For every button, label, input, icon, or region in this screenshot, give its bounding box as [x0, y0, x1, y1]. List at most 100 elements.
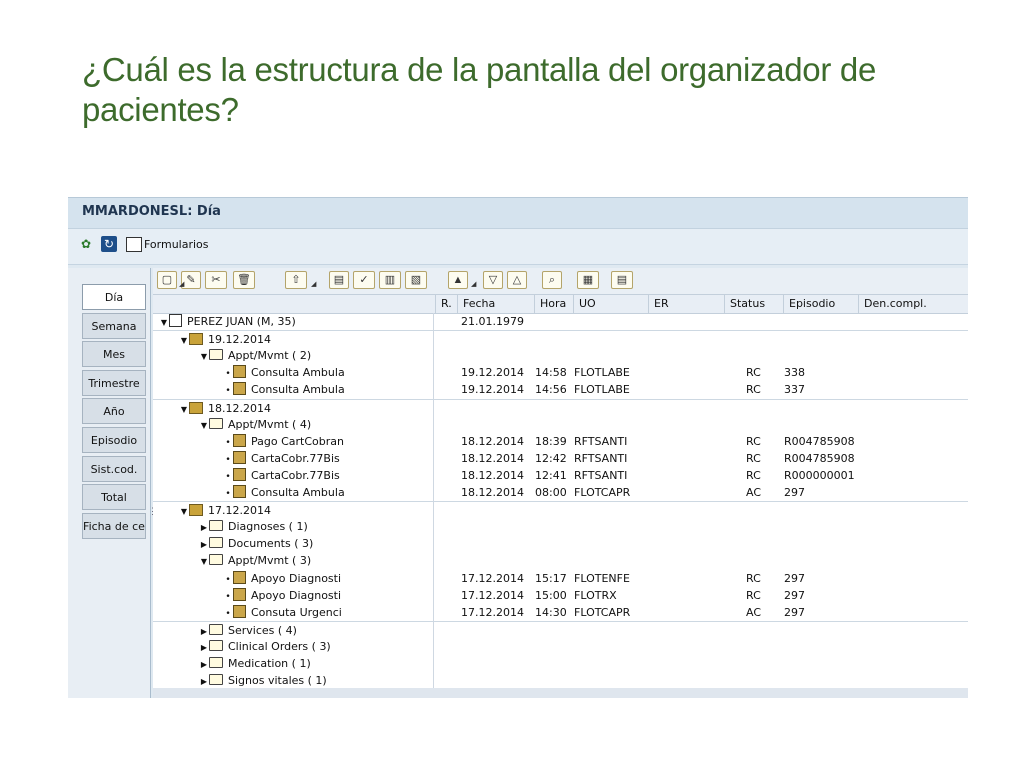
- tree-label-cell: ▼ PEREZ JUAN (M, 35): [159, 313, 296, 331]
- dropdown-arrow-icon[interactable]: ◢: [471, 280, 476, 288]
- tree-node-label: 17.12.2014: [208, 504, 271, 518]
- tree-label-cell: ▶ Diagnoses ( 1): [199, 518, 308, 536]
- column-header-uo[interactable]: UO: [573, 295, 648, 313]
- cell-fecha: 17.12.2014: [461, 605, 524, 619]
- change-icon[interactable]: ✂: [205, 271, 227, 289]
- tree-node-date[interactable]: ▼ 18.12.2014: [153, 398, 968, 417]
- view-tabs-panel: Día Semana Mes Trimestre Año Episodio Sist.cod…: [68, 268, 151, 698]
- calendar-icon: [189, 401, 203, 414]
- collapse-arrow-icon[interactable]: ▶: [199, 656, 209, 673]
- cell-uo: RFTSANTI: [574, 468, 628, 482]
- column-header-er[interactable]: ER: [648, 295, 724, 313]
- new-icon[interactable]: ▢: [157, 271, 177, 289]
- find-icon[interactable]: ⌕: [542, 271, 562, 289]
- print-icon[interactable]: ▤: [329, 271, 349, 289]
- tree-item-row[interactable]: • Pago CartCobran 18.12.2014 18:39 RFTSANTI R…: [153, 433, 968, 450]
- delete-icon[interactable]: 🗑: [233, 271, 255, 289]
- tree-node-date[interactable]: ▼ 17.12.2014: [153, 501, 968, 519]
- tree-node-label: Signos vitales ( 1): [228, 674, 327, 688]
- tab-semana[interactable]: Semana: [82, 312, 146, 339]
- check-icon[interactable]: ✓: [353, 271, 375, 289]
- tree-node-folder[interactable]: ▼ Appt/Mvmt ( 2): [153, 347, 968, 364]
- picture-icon[interactable]: ▧: [405, 271, 427, 289]
- tree-node-folder[interactable]: ▶ Signos vitales ( 1): [153, 672, 968, 689]
- export-icon[interactable]: ⇧: [285, 271, 307, 289]
- cell-fecha: 19.12.2014: [461, 383, 524, 397]
- tree-item-row[interactable]: • Apoyo Diagnosti 17.12.2014 15:00 FLOTRX RC 2…: [153, 587, 968, 604]
- tree-node-folder[interactable]: ▶ Services ( 4): [153, 620, 968, 639]
- tree-item-row[interactable]: • Consulta Ambula 19.12.2014 14:58 FLOTLABE R…: [153, 364, 968, 381]
- formularios-button[interactable]: Formularios: [144, 238, 209, 251]
- refresh-icon[interactable]: ↻: [101, 236, 117, 252]
- person-icon[interactable]: ▲: [448, 271, 468, 289]
- column-header-episodio[interactable]: Episodio: [783, 295, 858, 313]
- appointment-icon: [233, 365, 246, 379]
- tree-node-folder[interactable]: ▼ Appt/Mvmt ( 4): [153, 416, 968, 433]
- cell-status: AC: [746, 605, 762, 619]
- tree-node-label: PEREZ JUAN (M, 35): [187, 315, 296, 328]
- dropdown-arrow-icon[interactable]: ◢: [311, 280, 316, 288]
- column-header-dencompl[interactable]: Den.compl.: [858, 295, 968, 313]
- sap-window: MMARDONESL: Día ✿ ↻ Formularios Día Seman…: [68, 197, 968, 698]
- navigate-icon[interactable]: ✿: [78, 236, 94, 252]
- tab-trimestre[interactable]: Trimestre: [82, 369, 146, 396]
- calendar-icon: [189, 333, 203, 346]
- tab-episodio[interactable]: Episodio: [82, 427, 146, 453]
- details-icon[interactable]: ▤: [611, 271, 633, 289]
- expand-arrow-icon[interactable]: ▼: [199, 348, 209, 365]
- expand-arrow-icon[interactable]: ▼: [199, 417, 209, 434]
- column-header-status[interactable]: Status: [724, 295, 783, 313]
- tree-item-row[interactable]: • Consulta Ambula 19.12.2014 14:56 FLOTLABE R…: [153, 381, 968, 398]
- tree-label-cell: ▼ Appt/Mvmt ( 2): [199, 347, 311, 365]
- print-forms-icon[interactable]: [126, 237, 142, 252]
- appointment-icon: [233, 485, 246, 498]
- tree-node-label: Appt/Mvmt ( 2): [228, 349, 312, 363]
- tree-item-row[interactable]: • Apoyo Diagnosti 17.12.2014 15:17 FLOTENFE R…: [153, 570, 968, 587]
- tree-label-cell: ▶ Clinical Orders ( 3): [199, 638, 331, 656]
- collapse-arrow-icon[interactable]: ▶: [199, 519, 209, 536]
- tab-sist-cod-[interactable]: Sist.cod.: [82, 455, 146, 482]
- cell-episodio: 297: [784, 571, 805, 585]
- collapse-arrow-icon[interactable]: ▶: [199, 639, 209, 656]
- calendar-icon: [189, 504, 203, 517]
- grid-icon[interactable]: ▦: [577, 271, 599, 289]
- tree-node-label: Services ( 4): [228, 623, 297, 637]
- cell-hora: 14:30: [535, 605, 567, 619]
- tree-node-folder[interactable]: ▶ Documents ( 3): [153, 535, 968, 552]
- cell-hora: 14:56: [535, 383, 567, 397]
- tree-node-folder[interactable]: ▶ Diagnoses ( 1): [153, 518, 968, 535]
- tree-node-folder[interactable]: ▶ Medication ( 1): [153, 655, 968, 672]
- expand-arrow-icon[interactable]: ▼: [159, 314, 169, 331]
- tab-año[interactable]: Año: [82, 398, 146, 425]
- tree-item-row[interactable]: • CartaCobr.77Bis 18.12.2014 12:42 RFTSANTI R…: [153, 450, 968, 467]
- tab-ficha-de-ce[interactable]: Ficha de ce: [82, 512, 146, 539]
- dropdown-arrow-icon[interactable]: ◢: [179, 280, 184, 288]
- cell-status: AC: [746, 486, 762, 499]
- tab-mes[interactable]: Mes: [82, 341, 146, 368]
- column-header-fecha[interactable]: Fecha: [457, 295, 534, 313]
- tree-toolbar: ▢ ✎ ✂ 🗑 ⇧ ▤ ✓ ▥ ▧ ▲ ▽ △ ⌕ ▦ ▤ ◢ ◢ ◢: [153, 268, 968, 295]
- tree-node-folder[interactable]: ▼ Appt/Mvmt ( 3): [153, 552, 968, 569]
- tree-node-date[interactable]: ▼ 19.12.2014: [153, 330, 968, 348]
- cell-fecha: 21.01.1979: [461, 315, 524, 328]
- collapse-arrow-icon[interactable]: ▶: [199, 536, 209, 553]
- folder-icon: [209, 537, 223, 549]
- horizontal-scrollbar[interactable]: [153, 688, 968, 698]
- tree-item-row[interactable]: • Consuta Urgenci 17.12.2014 14:30 FLOTCAPR A…: [153, 604, 968, 621]
- expand-arrow-icon[interactable]: ▼: [199, 553, 209, 570]
- filter-down-icon[interactable]: ▽: [483, 271, 503, 289]
- layout-icon[interactable]: ▥: [379, 271, 401, 289]
- tree-item-row[interactable]: • Consulta Ambula 18.12.2014 08:00 FLOTCAPR A…: [153, 484, 968, 501]
- appointment-icon: [233, 587, 246, 601]
- tab-día[interactable]: Día: [82, 284, 146, 310]
- tree-item-row[interactable]: • CartaCobr.77Bis 18.12.2014 12:41 RFTSANTI R…: [153, 467, 968, 484]
- column-header-r[interactable]: R.: [435, 295, 457, 313]
- patient-icon: [169, 314, 182, 327]
- column-header-hora[interactable]: Hora: [534, 295, 573, 313]
- filter-up-icon[interactable]: △: [507, 271, 527, 289]
- tree-node-patient[interactable]: ▼ PEREZ JUAN (M, 35) 21.01.1979: [153, 313, 968, 330]
- tab-total[interactable]: Total: [82, 484, 146, 511]
- tree-node-folder[interactable]: ▶ Clinical Orders ( 3): [153, 638, 968, 655]
- sap-screen-title: MMARDONESL: Día: [82, 204, 221, 219]
- tree-label-cell: ▶ Medication ( 1): [199, 655, 311, 673]
